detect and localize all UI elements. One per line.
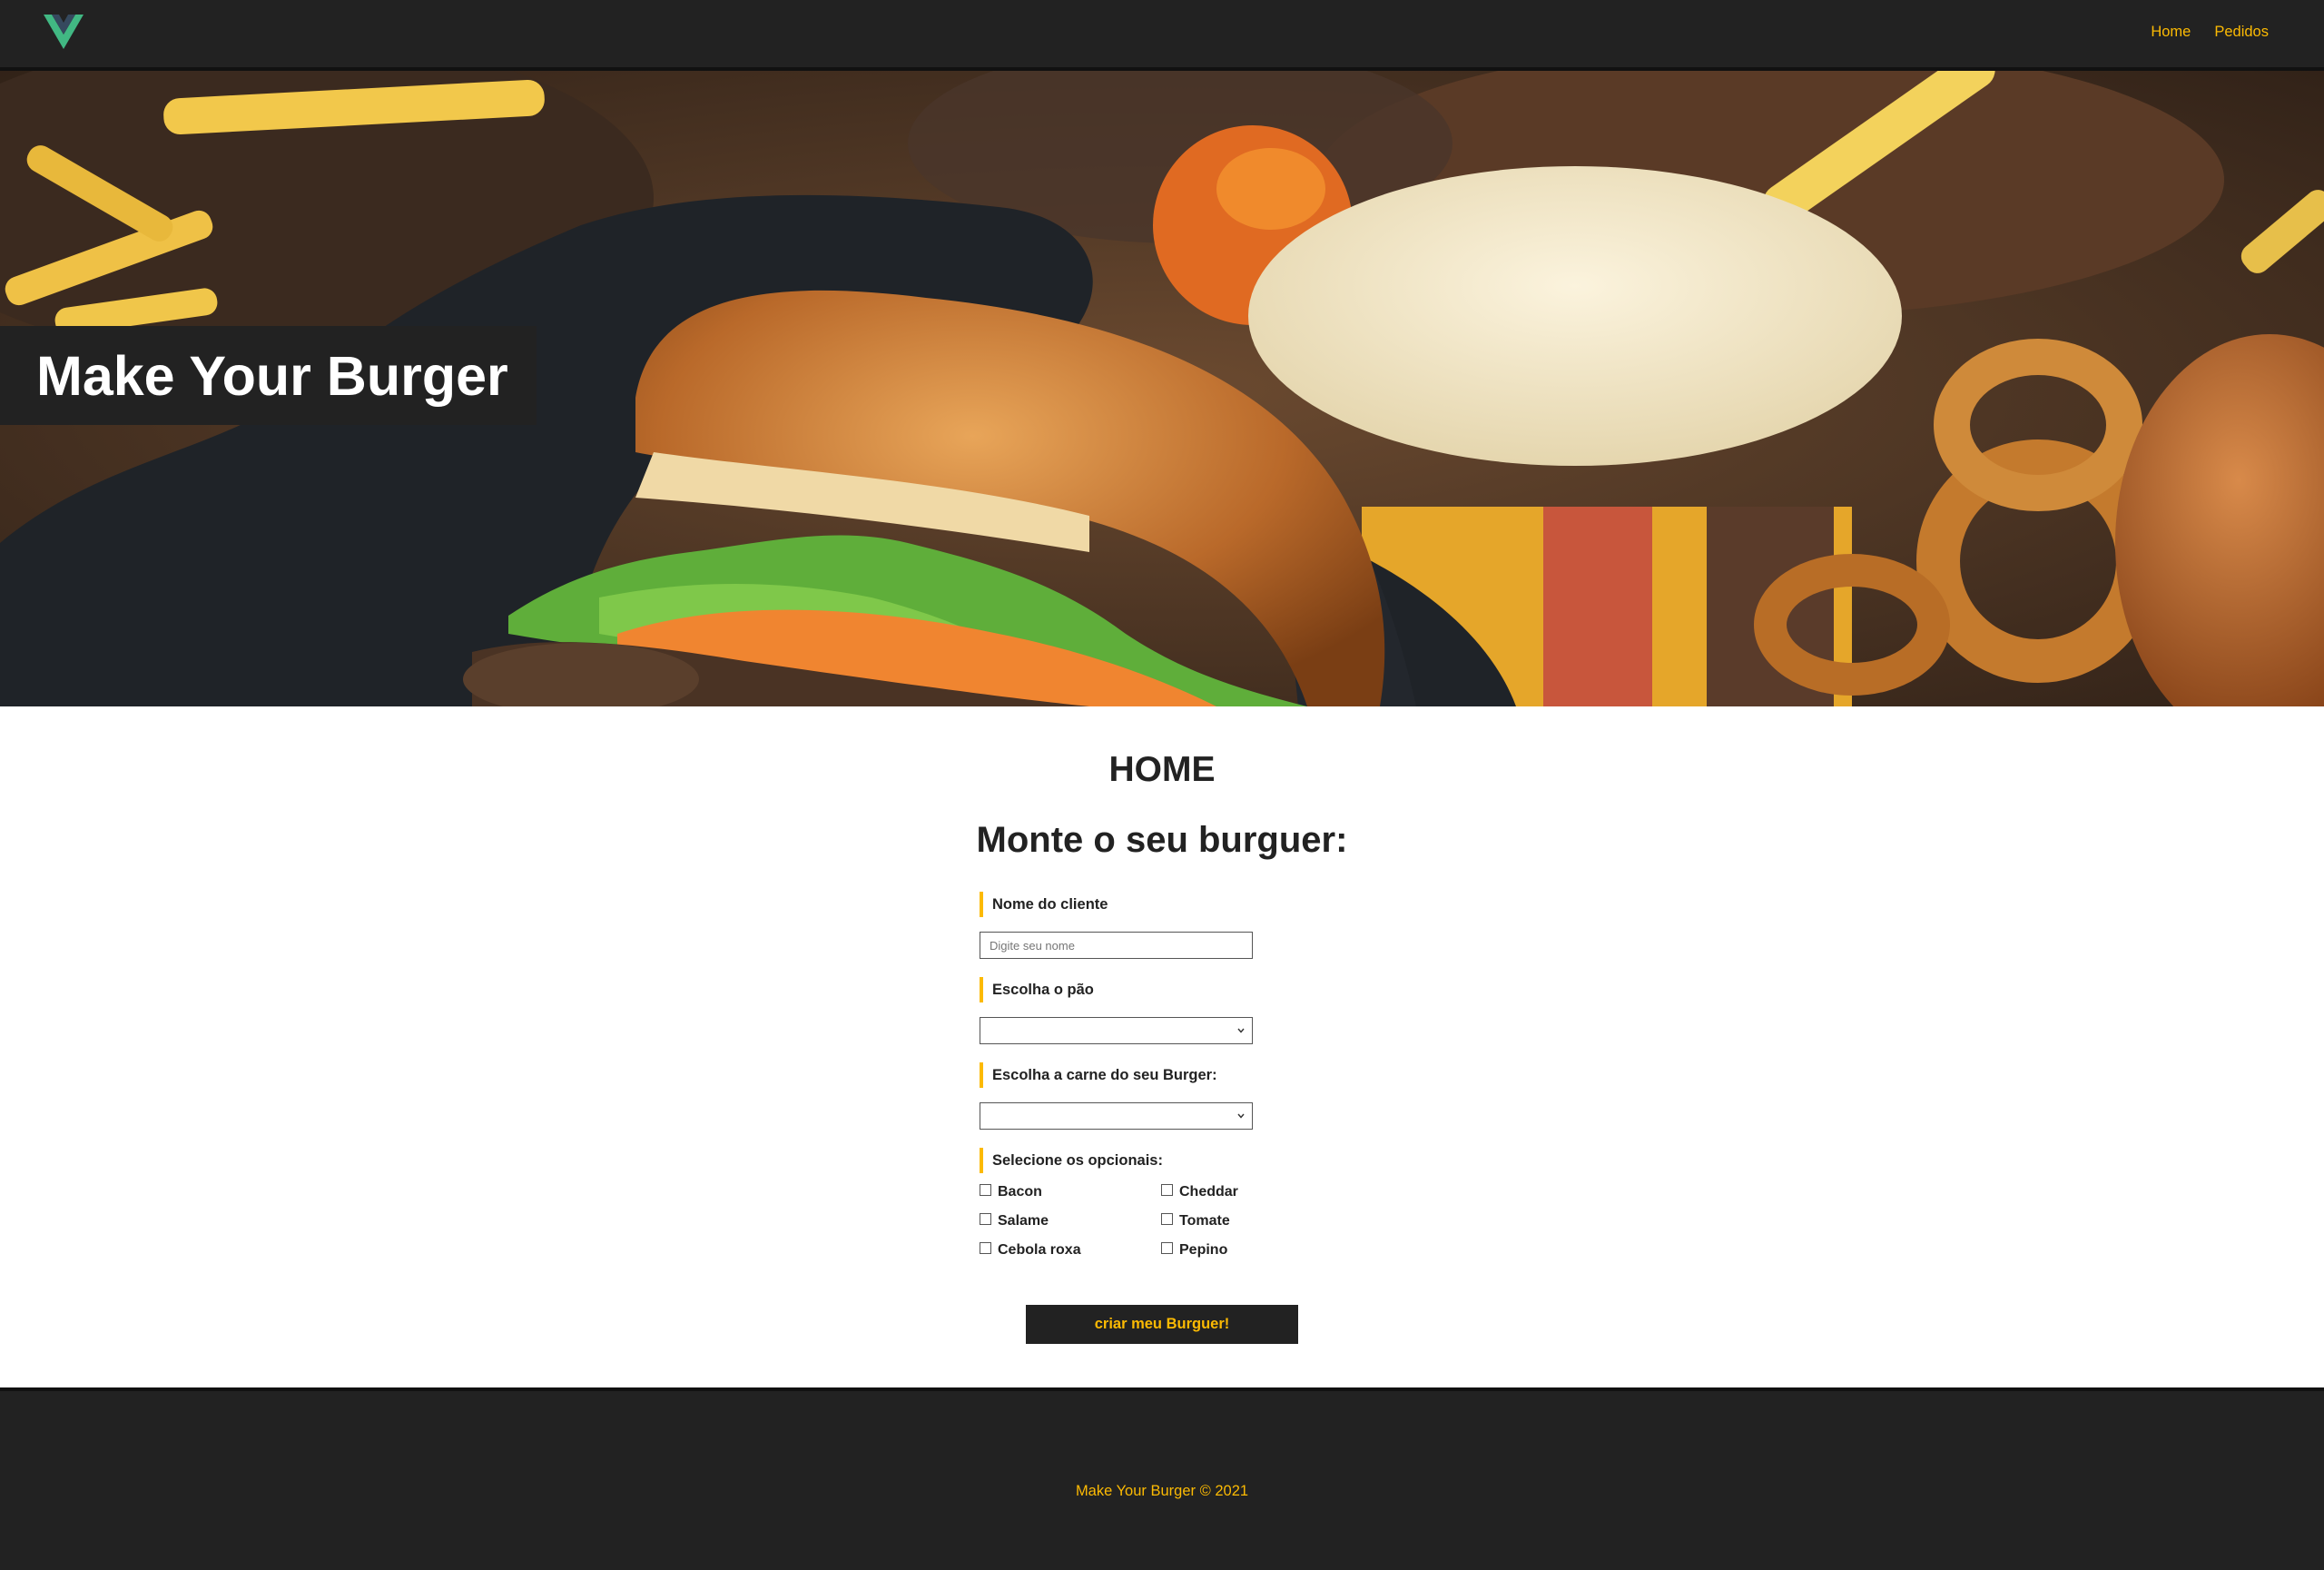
optionals-grid: Bacon Cheddar Salame Tomate Cebola roxa xyxy=(980,1183,1252,1259)
chevron-down-icon xyxy=(1236,1024,1246,1037)
name-label: Nome do cliente xyxy=(980,892,1252,917)
nav-link-pedidos[interactable]: Pedidos xyxy=(2214,24,2269,41)
form-title: Monte o seu burguer: xyxy=(976,820,1348,860)
footer: Make Your Burger © 2021 xyxy=(0,1387,2324,1570)
optional-label: Bacon xyxy=(998,1184,1042,1200)
bread-group: Escolha o pão xyxy=(980,977,1253,1044)
optional-tomate[interactable]: Tomate xyxy=(1161,1212,1288,1229)
hero-banner: Make Your Burger xyxy=(0,71,2324,706)
bread-label: Escolha o pão xyxy=(980,977,1252,1002)
optionals-group: Selecione os opcionais: Bacon Cheddar Sa… xyxy=(980,1148,1252,1259)
optional-bacon[interactable]: Bacon xyxy=(980,1183,1161,1200)
footer-text: Make Your Burger © 2021 xyxy=(1075,1483,1249,1499)
bacon-checkbox[interactable] xyxy=(980,1183,991,1196)
bread-select[interactable] xyxy=(980,1017,1253,1044)
navbar: Home Pedidos xyxy=(0,0,2324,71)
submit-button[interactable]: criar meu Burguer! xyxy=(1026,1305,1298,1344)
cheddar-checkbox[interactable] xyxy=(1161,1183,1173,1196)
optional-cebola-roxa[interactable]: Cebola roxa xyxy=(980,1241,1161,1259)
nav-links: Home Pedidos xyxy=(2151,24,2269,41)
main-content: HOME Monte o seu burguer: Nome do client… xyxy=(0,706,2324,1387)
salame-checkbox[interactable] xyxy=(980,1212,991,1225)
nav-link-home[interactable]: Home xyxy=(2151,24,2191,41)
optional-pepino[interactable]: Pepino xyxy=(1161,1241,1288,1259)
meat-select[interactable] xyxy=(980,1102,1253,1130)
cebola-roxa-checkbox[interactable] xyxy=(980,1241,991,1254)
meat-group: Escolha a carne do seu Burger: xyxy=(980,1062,1253,1130)
tomate-checkbox[interactable] xyxy=(1161,1212,1173,1225)
vue-logo-icon[interactable] xyxy=(44,15,84,49)
optional-label: Pepino xyxy=(1179,1242,1228,1258)
name-group: Nome do cliente xyxy=(980,892,1253,959)
name-input[interactable] xyxy=(980,932,1253,959)
optional-label: Cheddar xyxy=(1179,1184,1238,1200)
pepino-checkbox[interactable] xyxy=(1161,1241,1173,1254)
meat-label: Escolha a carne do seu Burger: xyxy=(980,1062,1252,1088)
optional-label: Cebola roxa xyxy=(998,1242,1081,1258)
optional-label: Salame xyxy=(998,1213,1049,1229)
optional-salame[interactable]: Salame xyxy=(980,1212,1161,1229)
optional-cheddar[interactable]: Cheddar xyxy=(1161,1183,1288,1200)
chevron-down-icon xyxy=(1236,1110,1246,1122)
burger-form: Nome do cliente Escolha o pão Escolha a … xyxy=(980,892,1253,1277)
hero-title-box: Make Your Burger xyxy=(0,326,537,425)
optional-label: Tomate xyxy=(1179,1213,1230,1229)
optionals-label: Selecione os opcionais: xyxy=(980,1148,1252,1173)
page-title: HOME xyxy=(1108,750,1216,789)
hero-title: Make Your Burger xyxy=(36,344,508,407)
